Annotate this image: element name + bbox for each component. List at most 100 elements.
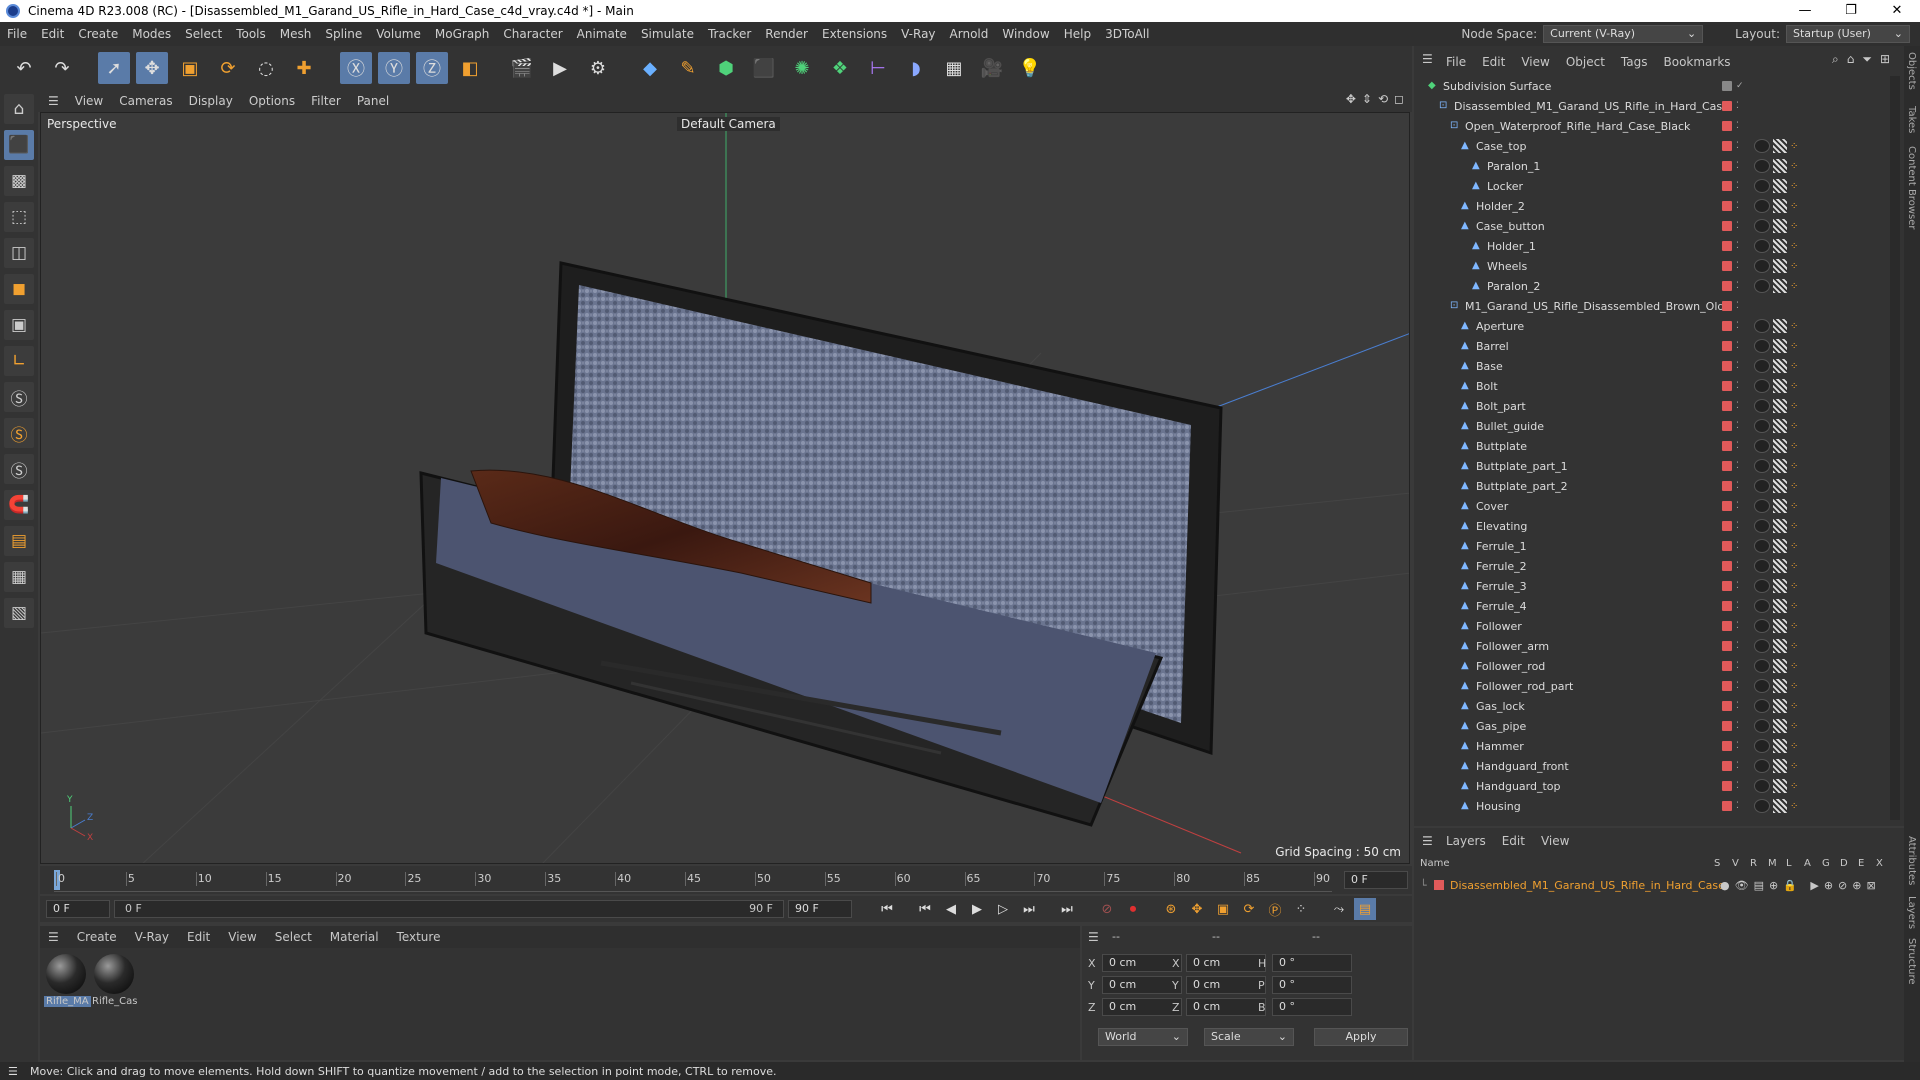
layer-tag-icon[interactable] [1722,741,1732,751]
object-row[interactable]: ▲ Aperture ⁚ ⁘ [1420,316,1888,336]
material-tag-icon[interactable] [1754,419,1770,433]
phong-tag-icon[interactable]: ⁘ [1790,641,1800,652]
texture-tag-icon[interactable] [1773,719,1787,733]
new-window-icon[interactable]: ⊞ [1880,52,1890,67]
texture-tag-icon[interactable] [1773,379,1787,393]
material-tag-icon[interactable] [1754,159,1770,173]
next-frame-button[interactable]: ▷ [992,898,1014,920]
object-list[interactable]: ◆ Subdivision Surface ✓ ⊡ Disassembled_M1_Ga… [1420,76,1888,820]
record-active-button[interactable]: ⊘ [1096,898,1118,920]
locked-workplane-button[interactable]: ▧ [4,598,34,628]
phong-tag-icon[interactable]: ⁘ [1790,661,1800,672]
timeline-ruler[interactable]: 0 5 10 15 20 25 30 35 40 45 50 55 60 65 70 75 80 85 90 [54,868,1332,892]
object-row[interactable]: ▲ Buttplate_part_1 ⁚ ⁘ [1420,456,1888,476]
object-row[interactable]: ⊡ Open_Waterproof_Rifle_Hard_Case_Black ⁚ [1420,116,1888,136]
extrude-button[interactable]: ⬛ [748,52,780,84]
phong-tag-icon[interactable]: ⁘ [1790,481,1800,492]
visibility-dots-icon[interactable]: ⁚ [1736,441,1739,451]
object-row[interactable]: ▲ Case_button ⁚ ⁘ [1420,216,1888,236]
visibility-dots-icon[interactable]: ⁚ [1736,601,1739,611]
material-tag-icon[interactable] [1754,739,1770,753]
key-pla-button[interactable]: ⁘ [1290,898,1312,920]
layer-tag-icon[interactable] [1722,541,1732,551]
object-list-scrollbar[interactable] [1890,76,1900,820]
texture-tag-icon[interactable] [1773,659,1787,673]
close-button[interactable]: ✕ [1874,0,1920,22]
key-rotation-button[interactable]: ⟳ [1238,898,1260,920]
phong-tag-icon[interactable]: ⁘ [1790,561,1800,572]
visibility-dots-icon[interactable]: ⁚ [1736,161,1739,171]
layer-tag-icon[interactable] [1722,621,1732,631]
phong-tag-icon[interactable]: ⁘ [1790,321,1800,332]
play-button[interactable]: ▶ [966,898,988,920]
texture-tag-icon[interactable] [1773,439,1787,453]
visibility-dots-icon[interactable]: ⁚ [1736,241,1739,251]
dolly-view-icon[interactable]: ⇕ [1362,92,1372,106]
material-tag-icon[interactable] [1754,259,1770,273]
object-row[interactable]: ▲ Cover ⁚ ⁘ [1420,496,1888,516]
texture-tag-icon[interactable] [1773,459,1787,473]
undo-button[interactable]: ↶ [8,52,40,84]
object-menu-object[interactable]: Object [1566,55,1605,69]
material-tag-icon[interactable] [1754,359,1770,373]
layer-row[interactable]: └ Disassembled_M1_Garand_US_Rifle_in_Har… [1420,876,1894,894]
phong-tag-icon[interactable]: ⁘ [1790,241,1800,252]
material-tag-icon[interactable] [1754,639,1770,653]
layout-dropdown[interactable]: Startup (User) ⌄ [1786,25,1910,43]
phong-tag-icon[interactable]: ⁘ [1790,501,1800,512]
layer-tag-icon[interactable] [1722,281,1732,291]
texture-tag-icon[interactable] [1773,359,1787,373]
phong-tag-icon[interactable]: ⁘ [1790,621,1800,632]
layer-tag-icon[interactable] [1722,301,1732,311]
menu-tools[interactable]: Tools [229,27,273,41]
menu-arnold[interactable]: Arnold [943,27,996,41]
object-row[interactable]: ▲ Follower ⁚ ⁘ [1420,616,1888,636]
object-row[interactable]: ▲ Bolt_part ⁚ ⁘ [1420,396,1888,416]
scale-mode-dropdown[interactable]: Scale ⌄ [1204,1028,1294,1046]
coord-value-field[interactable]: 0 ° [1272,954,1352,972]
viewport-menu-panel[interactable]: Panel [357,94,389,108]
visibility-dots-icon[interactable]: ⁚ [1736,461,1739,471]
phong-tag-icon[interactable]: ⁘ [1790,161,1800,172]
visibility-dots-icon[interactable]: ⁚ [1736,681,1739,691]
material-menu-edit[interactable]: Edit [187,930,210,944]
viewport-menu-view[interactable]: View [75,94,103,108]
recent-tools-button[interactable]: ◌ [250,52,282,84]
home-icon[interactable]: ⌂ [1847,52,1855,67]
phong-tag-icon[interactable]: ⁘ [1790,601,1800,612]
material-swatch-case[interactable]: Rifle_Cas [92,954,138,1007]
layer-hamburger-icon[interactable]: ☰ [1422,834,1433,848]
visibility-dots-icon[interactable]: ⁚ [1736,481,1739,491]
magnet-button[interactable]: 🧲 [4,490,34,520]
layer-flags-icons[interactable]: ●👁▤⊕🔒 ▶⊕⊘⊕⊠ [1720,879,1881,892]
coord-value-field[interactable]: 0 cm [1102,954,1182,972]
material-tag-icon[interactable] [1754,779,1770,793]
object-row[interactable]: ▲ Holder_2 ⁚ ⁘ [1420,196,1888,216]
texture-tag-icon[interactable] [1773,199,1787,213]
material-tag-icon[interactable] [1754,519,1770,533]
texture-tag-icon[interactable] [1773,799,1787,813]
menu-spline[interactable]: Spline [318,27,369,41]
layer-tag-icon[interactable] [1722,361,1732,371]
texture-tag-icon[interactable] [1773,319,1787,333]
key-position-button[interactable]: ✥ [1186,898,1208,920]
coord-value-field[interactable]: 0 cm [1186,954,1266,972]
object-row[interactable]: ▲ Paralon_1 ⁚ ⁘ [1420,156,1888,176]
keyframe-selection-button[interactable]: ⊛ [1160,898,1182,920]
coord-value-field[interactable]: 0 ° [1272,998,1352,1016]
visibility-dots-icon[interactable]: ⁚ [1736,401,1739,411]
previous-key-button[interactable]: ⏮ [914,898,936,920]
viewport-menu-options[interactable]: Options [249,94,295,108]
texture-tag-icon[interactable] [1773,479,1787,493]
viewport-hamburger-icon[interactable]: ☰ [48,94,59,108]
next-key-button[interactable]: ⏭ [1018,898,1040,920]
layer-tag-icon[interactable] [1722,141,1732,151]
current-frame-field[interactable]: 0 F [1344,871,1408,889]
visibility-dots-icon[interactable]: ⁚ [1736,381,1739,391]
transform-button[interactable]: ✚ [288,52,320,84]
texture-tag-icon[interactable] [1773,419,1787,433]
cube-button[interactable]: ◆ [634,52,666,84]
object-row[interactable]: ▲ Handguard_front ⁚ ⁘ [1420,756,1888,776]
viewport-menu-cameras[interactable]: Cameras [119,94,172,108]
axis-mode-button[interactable]: ∟ [4,346,34,376]
